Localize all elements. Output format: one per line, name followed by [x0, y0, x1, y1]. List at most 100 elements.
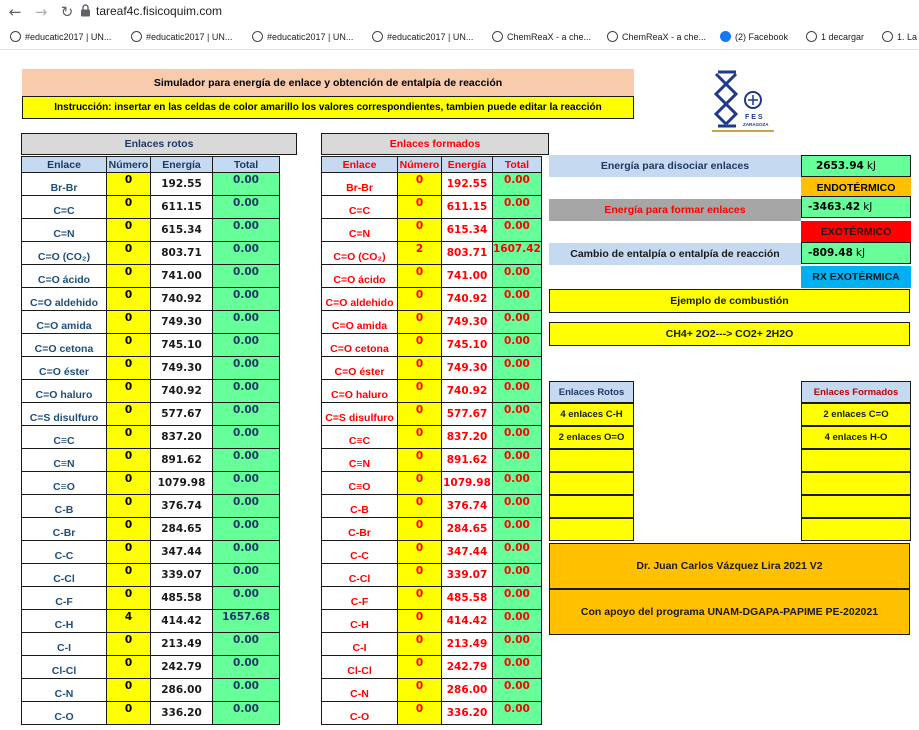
total-cell: 0.00	[492, 540, 542, 564]
count-cell[interactable]: 0	[106, 678, 151, 702]
bookmark-item[interactable]: #educatic2017 | UN...	[372, 30, 473, 44]
count-cell[interactable]: 0	[397, 195, 442, 219]
table-row: C-F 0 485.58 0.00	[321, 586, 542, 610]
energy-cell: 376.74	[441, 494, 493, 518]
count-cell[interactable]: 0	[397, 609, 442, 633]
energy-cell: 740.92	[150, 287, 213, 311]
count-cell[interactable]: 0	[397, 678, 442, 702]
bond-name-cell: C=S disulfuro	[21, 402, 107, 426]
reaction-equation[interactable]: CH4+ 2O2---> CO2+ 2H2O	[549, 322, 910, 346]
total-cell: 0.00	[212, 195, 280, 219]
address-bar[interactable]: tareaf4c.fisicoquim.com	[96, 4, 222, 18]
count-cell[interactable]: 0	[397, 448, 442, 472]
total-cell: 0.00	[492, 356, 542, 380]
example-bond-item[interactable]: 2 enlaces C=O	[801, 403, 911, 426]
count-cell[interactable]: 0	[397, 425, 442, 449]
count-cell[interactable]: 0	[106, 333, 151, 357]
count-cell[interactable]: 0	[397, 379, 442, 403]
column-header: Total	[492, 156, 542, 173]
forward-arrow-icon[interactable]: →	[32, 3, 50, 21]
count-cell[interactable]: 0	[106, 517, 151, 541]
example-bond-item[interactable]	[549, 472, 634, 495]
count-cell[interactable]: 0	[106, 172, 151, 196]
count-cell[interactable]: 0	[106, 701, 151, 725]
bookmark-item[interactable]: 1. La	[882, 30, 917, 44]
count-cell[interactable]: 0	[397, 218, 442, 242]
bookmark-item[interactable]: (2) Facebook	[720, 30, 788, 44]
count-cell[interactable]: 0	[106, 540, 151, 564]
example-bond-item[interactable]: 4 enlaces H-O	[801, 426, 911, 449]
count-cell[interactable]: 0	[397, 356, 442, 380]
count-cell[interactable]: 0	[106, 471, 151, 495]
count-cell[interactable]: 0	[106, 287, 151, 311]
count-cell[interactable]: 4	[106, 609, 151, 633]
count-cell[interactable]: 0	[397, 310, 442, 334]
count-cell[interactable]: 0	[106, 379, 151, 403]
count-cell[interactable]: 0	[397, 655, 442, 679]
example-bond-item[interactable]	[801, 518, 911, 541]
count-cell[interactable]: 0	[397, 586, 442, 610]
count-cell[interactable]: 0	[106, 241, 151, 265]
example-bond-item[interactable]	[549, 495, 634, 518]
count-cell[interactable]: 0	[397, 632, 442, 656]
example-title[interactable]: Ejemplo de combustión	[549, 289, 910, 313]
bookmark-item[interactable]: #educatic2017 | UN...	[252, 30, 353, 44]
count-cell[interactable]: 0	[397, 540, 442, 564]
count-cell[interactable]: 0	[397, 494, 442, 518]
bond-name-cell: C-H	[321, 609, 398, 633]
bookmark-item[interactable]: ChemReaX - a che...	[607, 30, 706, 44]
example-bond-item[interactable]	[801, 495, 911, 518]
bond-name-cell: C≡C	[21, 425, 107, 449]
count-cell[interactable]: 0	[397, 287, 442, 311]
column-header: Número	[106, 156, 151, 173]
count-cell[interactable]: 0	[106, 586, 151, 610]
bookmark-item[interactable]: 1 decargar	[806, 30, 864, 44]
lock-icon[interactable]	[80, 4, 91, 17]
energy-cell: 242.79	[150, 655, 213, 679]
example-bond-item[interactable]: 2 enlaces O=O	[549, 426, 634, 449]
example-bond-item[interactable]	[801, 449, 911, 472]
count-cell[interactable]: 0	[397, 563, 442, 587]
energy-cell: 611.15	[150, 195, 213, 219]
count-cell[interactable]: 0	[106, 425, 151, 449]
bond-name-cell: C=O cetona	[21, 333, 107, 357]
energy-cell: 286.00	[150, 678, 213, 702]
count-cell[interactable]: 0	[106, 264, 151, 288]
count-cell[interactable]: 0	[106, 655, 151, 679]
table-row: C=O haluro 0 740.92 0.00	[321, 379, 542, 403]
globe-icon	[492, 31, 503, 42]
count-cell[interactable]: 0	[106, 218, 151, 242]
table-row: C-Cl 0 339.07 0.00	[21, 563, 280, 587]
count-cell[interactable]: 0	[106, 310, 151, 334]
table-row: C=S disulfuro 0 577.67 0.00	[321, 402, 542, 426]
count-cell[interactable]: 0	[106, 632, 151, 656]
count-cell[interactable]: 0	[106, 494, 151, 518]
table-row: C=O (CO₂) 2 803.71 1607.42	[321, 241, 542, 265]
count-cell[interactable]: 0	[397, 701, 442, 725]
count-cell[interactable]: 0	[397, 402, 442, 426]
total-cell: 0.00	[492, 287, 542, 311]
count-cell[interactable]: 0	[397, 471, 442, 495]
reload-icon[interactable]: ↻	[58, 3, 76, 21]
example-bond-item[interactable]	[801, 472, 911, 495]
count-cell[interactable]: 0	[106, 402, 151, 426]
example-bond-item[interactable]	[549, 518, 634, 541]
back-arrow-icon[interactable]: ←	[6, 3, 24, 21]
count-cell[interactable]: 0	[397, 264, 442, 288]
count-cell[interactable]: 0	[106, 448, 151, 472]
total-cell: 0.00	[492, 609, 542, 633]
total-cell: 0.00	[492, 402, 542, 426]
example-bond-item[interactable]	[549, 449, 634, 472]
energy-cell: 803.71	[441, 241, 493, 265]
count-cell[interactable]: 0	[397, 517, 442, 541]
count-cell[interactable]: 0	[397, 333, 442, 357]
count-cell[interactable]: 0	[106, 195, 151, 219]
count-cell[interactable]: 0	[106, 356, 151, 380]
count-cell[interactable]: 0	[106, 563, 151, 587]
bookmark-item[interactable]: #educatic2017 | UN...	[10, 30, 111, 44]
count-cell[interactable]: 2	[397, 241, 442, 265]
bookmark-item[interactable]: #educatic2017 | UN...	[131, 30, 232, 44]
count-cell[interactable]: 0	[397, 172, 442, 196]
bookmark-item[interactable]: ChemReaX - a che...	[492, 30, 591, 44]
example-bond-item[interactable]: 4 enlaces C-H	[549, 403, 634, 426]
